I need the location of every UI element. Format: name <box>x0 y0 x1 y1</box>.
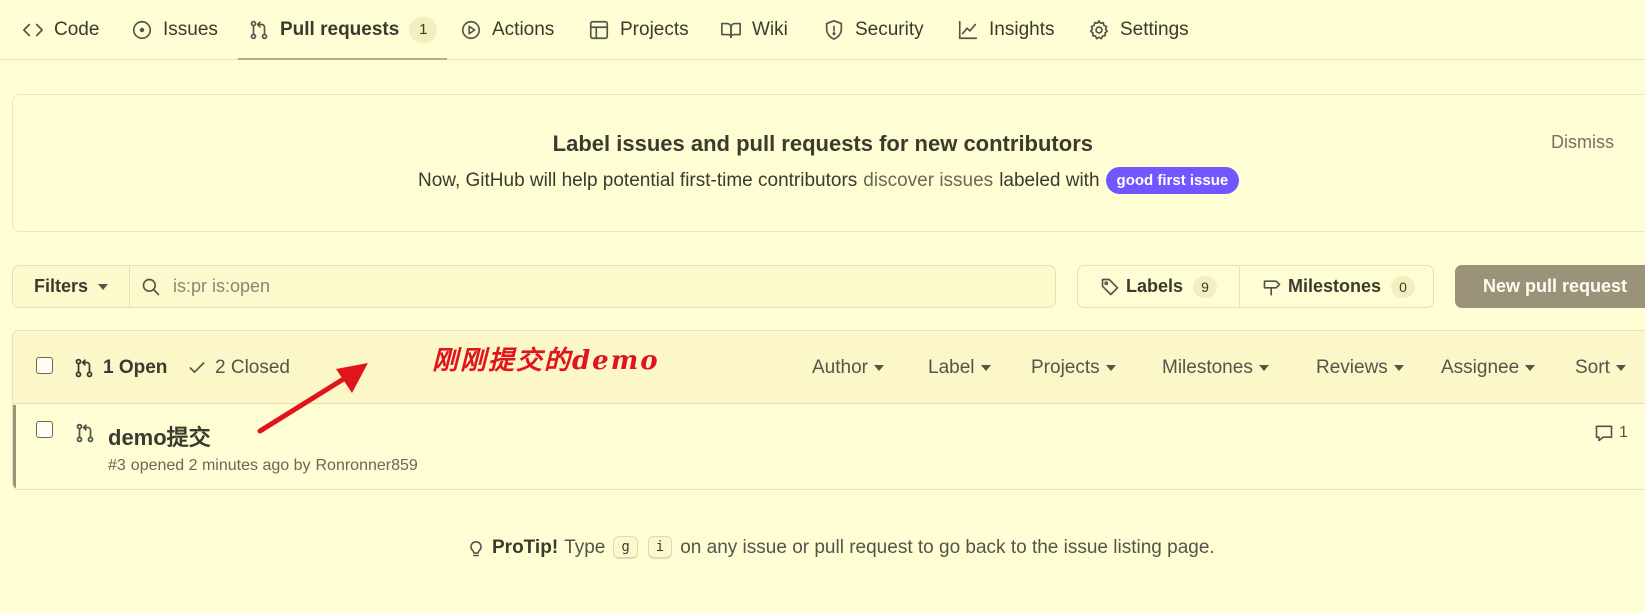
banner-description: Now, GitHub will help potential first-ti… <box>418 167 1240 194</box>
dismiss-button[interactable]: Dismiss <box>1551 132 1614 153</box>
chevron-down-icon <box>1258 365 1269 371</box>
comments-link[interactable]: 1 <box>1594 423 1628 443</box>
reviews-label: Reviews <box>1316 357 1388 378</box>
tab-projects-label: Projects <box>620 19 689 40</box>
milestones-dropdown[interactable]: Milestones <box>1162 357 1269 379</box>
chevron-down-icon <box>1105 365 1116 371</box>
git-pull-request-icon <box>75 358 93 378</box>
label-dropdown[interactable]: Label <box>928 357 991 379</box>
select-all-checkbox[interactable] <box>36 357 53 374</box>
protip: ProTip! Type g i on any issue or pull re… <box>466 536 1215 559</box>
milestones-count-badge: 0 <box>1391 275 1416 298</box>
tab-issues-label: Issues <box>163 19 218 40</box>
kbd-g: g <box>613 536 638 559</box>
good-first-issue-label[interactable]: good first issue <box>1105 167 1240 194</box>
tab-wiki[interactable]: Wiki <box>720 0 788 60</box>
chevron-down-icon <box>873 365 884 371</box>
banner-text-after: labeled with <box>999 169 1100 191</box>
protip-before: Type <box>564 536 606 558</box>
labels-label: Labels <box>1126 276 1184 296</box>
milestones-filter-label: Milestones <box>1162 357 1253 378</box>
filters-dropdown-button[interactable]: Filters <box>13 266 130 307</box>
protip-after: on any issue or pull request to go back … <box>680 536 1215 558</box>
search-input[interactable] <box>173 270 1033 303</box>
tab-insights[interactable]: Insights <box>957 0 1054 60</box>
check-icon <box>189 362 205 373</box>
tab-code[interactable]: Code <box>22 0 99 60</box>
pr-opened-text: opened 2 minutes ago by <box>130 457 311 474</box>
pull-requests-count-badge: 1 <box>409 17 438 43</box>
chevron-down-icon <box>98 283 109 290</box>
tab-insights-label: Insights <box>989 19 1055 40</box>
pr-checkbox[interactable] <box>36 421 53 438</box>
author-label: Author <box>812 357 868 378</box>
projects-label: Projects <box>1031 357 1100 378</box>
filter-bar: Filters <box>12 265 1056 308</box>
graph-icon <box>958 20 978 40</box>
tab-pull-requests[interactable]: Pull requests 1 <box>237 0 448 60</box>
light-bulb-icon <box>470 540 482 556</box>
repo-navigation: Code Issues Pull requests 1 Actions Proj… <box>0 0 1645 60</box>
milestones-button[interactable]: Milestones 0 <box>1239 266 1437 307</box>
tab-actions-label: Actions <box>492 19 555 40</box>
pr-title-link[interactable]: demo提交 <box>108 420 211 452</box>
gear-icon <box>1089 20 1109 40</box>
tab-settings-label: Settings <box>1120 19 1189 40</box>
chevron-down-icon <box>1393 365 1404 371</box>
author-dropdown[interactable]: Author <box>812 357 884 379</box>
banner-text-before: Now, GitHub will help potential first-ti… <box>418 169 858 191</box>
assignee-dropdown[interactable]: Assignee <box>1441 357 1536 379</box>
book-icon <box>721 22 741 39</box>
labels-button[interactable]: Labels 9 <box>1078 266 1239 307</box>
tag-icon <box>1101 278 1119 295</box>
code-icon <box>23 23 43 37</box>
tab-security[interactable]: Security <box>823 0 924 60</box>
issue-opened-icon <box>132 20 152 40</box>
comment-icon <box>1595 425 1613 442</box>
tab-projects[interactable]: Projects <box>588 0 689 60</box>
pr-number: #3 <box>108 457 126 474</box>
milestone-icon <box>1263 279 1281 295</box>
new-contributors-banner: Label issues and pull requests for new c… <box>12 94 1645 232</box>
tab-pull-requests-label: Pull requests <box>280 19 400 40</box>
new-pull-request-button[interactable]: New pull request <box>1455 265 1645 308</box>
tab-wiki-label: Wiki <box>752 19 788 40</box>
pr-meta: #3 opened 2 minutes ago by Ronronner859 <box>108 457 423 475</box>
chevron-down-icon <box>1525 365 1536 371</box>
git-pull-request-icon <box>250 20 268 40</box>
sort-label: Sort <box>1575 357 1610 378</box>
search-icon <box>142 278 160 296</box>
git-pull-request-icon <box>76 423 94 443</box>
tab-issues[interactable]: Issues <box>131 0 218 60</box>
table-icon <box>589 20 609 40</box>
tab-security-label: Security <box>855 19 924 40</box>
comment-count: 1 <box>1619 424 1628 441</box>
assignee-label: Assignee <box>1441 357 1520 378</box>
kbd-i: i <box>647 536 673 559</box>
protip-label: ProTip! <box>492 536 559 558</box>
open-count: 1 Open <box>103 357 168 378</box>
shield-icon <box>825 20 843 40</box>
open-filter[interactable]: 1 Open <box>73 357 167 379</box>
annotation-arrow-icon <box>257 363 368 434</box>
banner-title: Label issues and pull requests for new c… <box>552 131 1093 156</box>
tab-code-label: Code <box>54 19 100 40</box>
discover-issues-link[interactable]: discover issues <box>863 170 993 192</box>
labels-milestones-group: Labels 9 Milestones 0 <box>1077 265 1434 308</box>
projects-dropdown[interactable]: Projects <box>1031 357 1116 379</box>
pr-author-link[interactable]: Ronronner859 <box>315 457 417 474</box>
reviews-dropdown[interactable]: Reviews <box>1316 357 1404 379</box>
chevron-down-icon <box>1615 365 1626 371</box>
label-label: Label <box>928 357 975 378</box>
filters-label: Filters <box>33 276 89 296</box>
chevron-down-icon <box>980 365 991 371</box>
milestones-label: Milestones <box>1288 276 1382 296</box>
tab-actions[interactable]: Actions <box>460 0 554 60</box>
annotation-text: 刚刚提交的demo <box>432 346 660 376</box>
tab-settings[interactable]: Settings <box>1088 0 1189 60</box>
labels-count-badge: 9 <box>1193 275 1218 298</box>
sort-dropdown[interactable]: Sort <box>1575 357 1626 379</box>
play-icon <box>461 20 481 40</box>
